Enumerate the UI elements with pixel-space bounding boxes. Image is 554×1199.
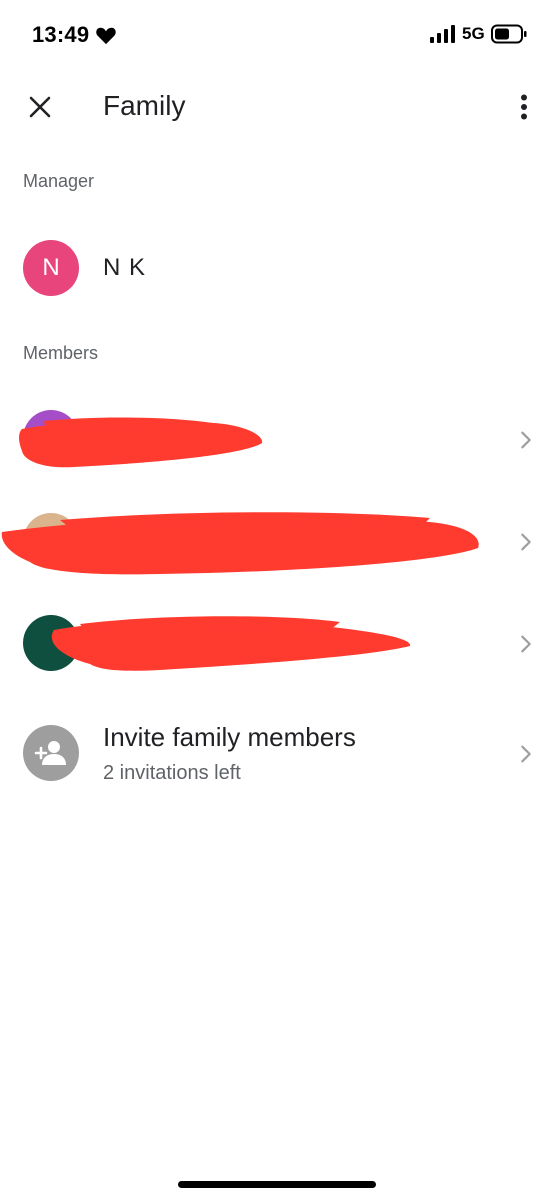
member-row[interactable] xyxy=(0,610,554,680)
battery-icon xyxy=(491,24,527,44)
invite-avatar xyxy=(23,725,79,781)
manager-avatar: N xyxy=(23,240,79,296)
manager-section-label: Manager xyxy=(23,171,95,191)
add-person-icon xyxy=(34,741,66,765)
members-section-label: Members xyxy=(23,343,99,363)
page-title: Family xyxy=(103,90,186,121)
more-options-button[interactable] xyxy=(506,87,542,127)
redaction-mark xyxy=(1,512,479,575)
network-label: 5G xyxy=(462,24,485,43)
manager-avatar-initial: N xyxy=(42,254,60,281)
chevron-right-icon xyxy=(521,533,531,551)
manager-row[interactable]: N N K xyxy=(0,238,554,298)
close-button[interactable] xyxy=(20,87,60,127)
member-row[interactable] xyxy=(0,508,554,578)
status-bar: 13:49 5G xyxy=(0,0,554,70)
redaction-mark xyxy=(19,417,263,468)
invite-subtitle: 2 invitations left xyxy=(103,762,241,784)
signal-bars-icon xyxy=(430,25,455,43)
more-vert-icon xyxy=(521,94,527,120)
redaction-mark xyxy=(51,616,411,671)
app-bar: Family xyxy=(0,70,554,146)
manager-name: N K xyxy=(103,254,147,281)
invite-title: Invite family members xyxy=(103,722,356,752)
chevron-right-icon xyxy=(521,431,531,449)
chevron-right-icon xyxy=(521,635,531,653)
chevron-right-icon xyxy=(521,745,531,763)
heart-icon xyxy=(96,27,116,45)
close-icon xyxy=(29,96,51,118)
member-row[interactable] xyxy=(0,405,554,475)
invite-family-members-row[interactable]: Invite family members 2 invitations left xyxy=(0,722,554,792)
home-indicator[interactable] xyxy=(178,1181,376,1188)
status-time: 13:49 xyxy=(32,22,90,47)
